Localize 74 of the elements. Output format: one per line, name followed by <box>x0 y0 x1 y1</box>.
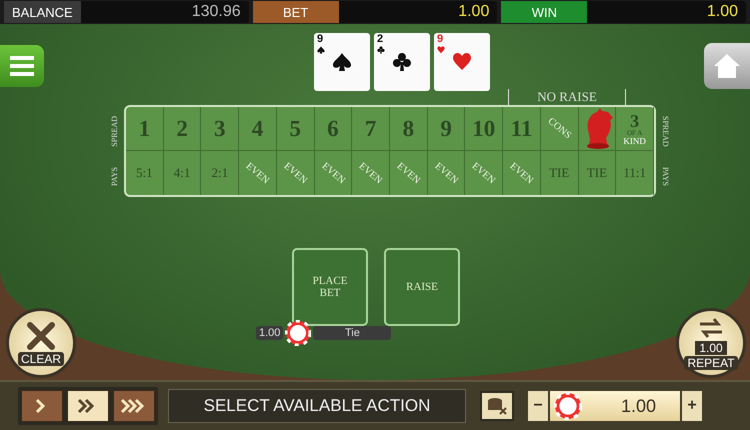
payout-label: TIE <box>549 165 570 181</box>
spread-cell[interactable] <box>578 107 616 151</box>
bet-amount: 1.00 <box>256 326 284 340</box>
increase-button[interactable]: + <box>682 391 702 421</box>
card-rank: 2 <box>377 34 384 45</box>
spread-label: 3 <box>630 112 640 130</box>
spread-cell[interactable]: 7 <box>352 107 390 151</box>
bet-spot[interactable]: RAISE <box>384 248 460 326</box>
spread-cell[interactable]: 8 <box>390 107 428 151</box>
suit-icon <box>332 52 352 72</box>
payout-label: 2:1 <box>211 165 228 181</box>
status-message: SELECT AVAILABLE ACTION <box>168 389 466 423</box>
payout-label: TIE <box>586 165 608 181</box>
stat-value: 1.00 <box>457 2 490 22</box>
spread-cell[interactable]: 10 <box>465 107 504 151</box>
spread-cell[interactable]: 2 <box>164 107 202 151</box>
suit-icon <box>452 52 472 72</box>
spread-cell[interactable]: 4 <box>239 107 277 151</box>
bet-spot[interactable]: PLACE BET <box>292 248 368 326</box>
spread-label: KIND <box>623 136 646 146</box>
spread-cell[interactable]: 6 <box>314 107 352 151</box>
repeat-button[interactable]: 1.00 REPEAT <box>676 308 746 378</box>
clear-button[interactable]: CLEAR <box>6 308 76 378</box>
side-label: SPREAD <box>660 116 670 146</box>
speed-button[interactable] <box>21 390 63 422</box>
payout-label: 11:1 <box>623 165 646 181</box>
close-icon <box>26 320 56 350</box>
spread-number: 4 <box>252 116 264 142</box>
chip-value: 1.00 <box>620 396 657 416</box>
chip-icon <box>285 320 312 346</box>
bet-spot-label: PLACE BET <box>312 275 348 299</box>
speed-button[interactable] <box>67 390 109 422</box>
spread-cell[interactable]: 1 <box>126 107 164 151</box>
stat-value: 130.96 <box>190 2 242 22</box>
suit-icon <box>437 46 445 54</box>
spread-cell[interactable]: 11 <box>503 107 541 151</box>
spread-number: 11 <box>510 116 532 142</box>
payout-label: 4:1 <box>174 165 190 181</box>
chip-stack-icon <box>487 397 507 415</box>
menu-icon <box>10 56 34 76</box>
card-rank: 9 <box>317 34 324 45</box>
spread-number: 9 <box>440 116 452 142</box>
card-rank: 9 <box>437 34 444 45</box>
spread-number: 6 <box>327 116 339 142</box>
side-label: SPREAD <box>110 116 120 146</box>
side-label: PAYS <box>110 167 120 186</box>
decrease-button[interactable]: − <box>528 391 548 421</box>
stat-label: BET <box>252 1 339 23</box>
spread-number: 7 <box>364 116 376 142</box>
spread-number: 1 <box>138 116 150 142</box>
spread-number: 8 <box>402 116 414 142</box>
spread-number: 2 <box>176 116 188 142</box>
spread-number: 3 <box>214 116 226 142</box>
chip-icon <box>554 392 582 420</box>
suit-icon <box>392 52 412 72</box>
bet-name: Tie <box>313 326 392 340</box>
payout-label: 5:1 <box>136 165 153 181</box>
bet-spot-label: RAISE <box>405 281 439 293</box>
spread-number: 10 <box>472 116 496 142</box>
speed-button[interactable] <box>113 390 155 422</box>
stat-label: WIN <box>501 1 588 23</box>
stat-value: 1.00 <box>706 2 740 22</box>
suit-icon <box>317 46 325 54</box>
side-label: PAYS <box>660 167 670 186</box>
suit-icon <box>377 46 385 54</box>
spread-number: 5 <box>289 116 301 142</box>
stat-label: BALANCE <box>4 1 81 23</box>
clear-bets-button[interactable] <box>480 391 514 421</box>
spread-cell[interactable]: 9 <box>428 107 466 151</box>
menu-button[interactable] <box>0 45 44 87</box>
home-button[interactable] <box>704 43 750 89</box>
spread-cell[interactable]: 3 <box>201 107 240 151</box>
home-icon <box>713 53 741 79</box>
spread-cell[interactable]: 5 <box>276 107 315 151</box>
